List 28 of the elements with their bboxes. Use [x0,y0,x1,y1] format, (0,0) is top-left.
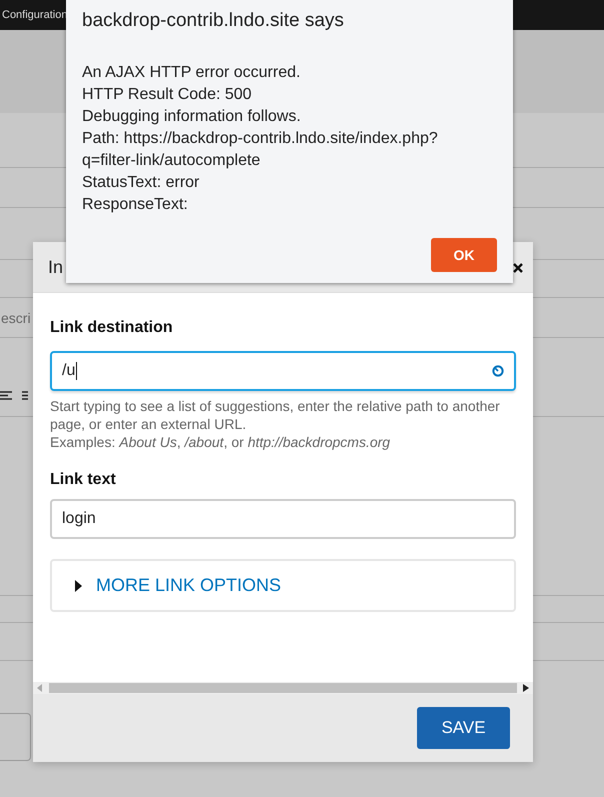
alert-message-line: Debugging information follows. [82,107,301,127]
alert-title: backdrop-contrib.lndo.site says [82,10,344,32]
horizontal-scrollbar[interactable] [33,682,533,694]
align-icon[interactable] [0,391,12,400]
alert-message-line: q=filter-link/autocomplete [82,151,260,171]
dialog-title: In [48,256,64,278]
ok-button[interactable]: OK [431,238,497,272]
toolbar-link[interactable]: Configuration [2,9,68,21]
alert-message-line: StatusText: error [82,173,200,193]
input-field[interactable]: /u [50,351,516,391]
alert-message-line: ResponseText: [82,195,188,215]
alert-message-line: An AJAX HTTP error occurred. [82,63,300,83]
save-button[interactable]: SAVE [417,707,510,749]
details-toggle[interactable]: MORE LINK OPTIONS [75,575,282,596]
input-field[interactable]: login [50,499,516,539]
field-description: escri [1,310,31,326]
alert-message-line: HTTP Result Code: 500 [82,85,252,105]
field-label: Link destination [50,319,173,337]
help-text: Examples: About Us, /about, or http://backdropcms.org [50,433,390,451]
close-icon[interactable] [513,263,523,273]
help-text: Start typing to see a list of suggestions, enter the relative path to another page, or enter an external URL. [50,397,500,433]
scroll-right-icon[interactable] [523,684,529,692]
spinner-icon [492,365,504,377]
triangle-icon [75,580,82,592]
field-label: Link text [50,471,116,489]
align-icon[interactable] [22,391,28,400]
alert-message-line: Path: https://backdrop-contrib.lndo.site/index.php? [82,129,438,149]
panel-outline [0,713,31,761]
